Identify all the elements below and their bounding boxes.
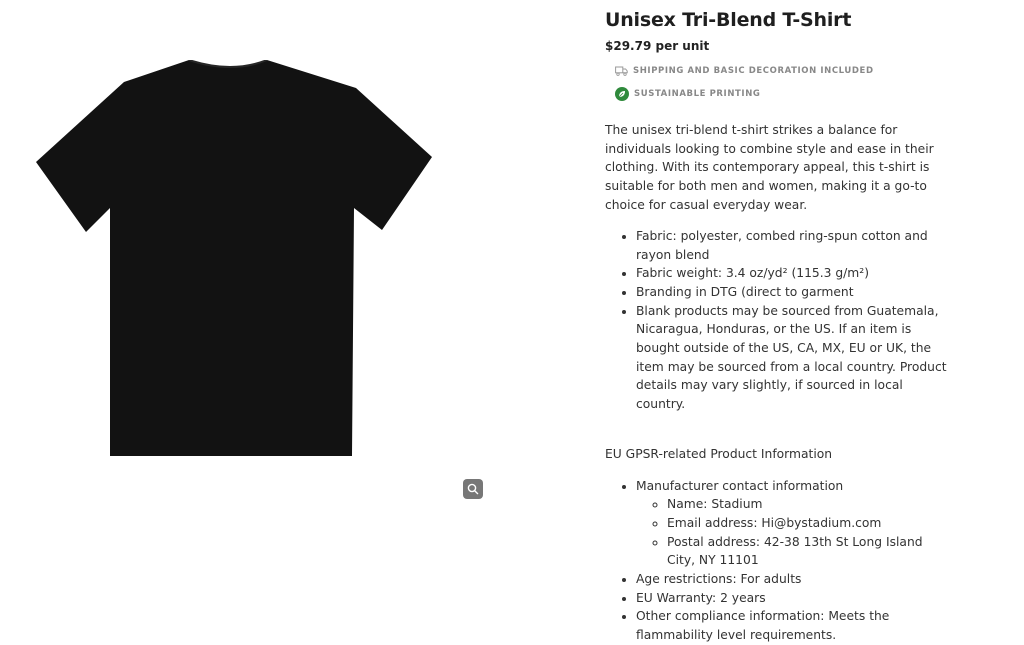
manufacturer-sublist: Name: Stadium Email address: Hi@bystadiu… [636, 495, 950, 570]
product-info: Unisex Tri-Blend T-Shirt $29.79 per unit… [605, 0, 950, 645]
product-image-pane [0, 0, 560, 645]
product-title: Unisex Tri-Blend T-Shirt [605, 9, 852, 31]
gpsr-heading: EU GPSR-related Product Information [605, 446, 833, 461]
leaf-icon [615, 87, 629, 101]
spec-item: Fabric: polyester, combed ring-spun cott… [636, 227, 950, 264]
gpsr-item: Manufacturer contact information Name: S… [636, 477, 950, 571]
spec-item: Fabric weight: 3.4 oz/yd² (115.3 g/m²) [636, 264, 950, 283]
manufacturer-name: Name: Stadium [667, 495, 950, 514]
spec-item: Blank products may be sourced from Guate… [636, 302, 950, 414]
tshirt-shape [36, 60, 432, 456]
gpsr-list: Manufacturer contact information Name: S… [605, 477, 950, 645]
magnifier-icon [467, 483, 479, 495]
manufacturer-address: Postal address: 42-38 13th St Long Islan… [667, 533, 950, 570]
feature-label: SUSTAINABLE PRINTING [634, 89, 761, 99]
truck-icon [615, 66, 628, 76]
tshirt-image[interactable] [36, 60, 434, 460]
gpsr-item: Other compliance information: Meets the … [636, 607, 950, 644]
product-description: The unisex tri-blend t-shirt strikes a b… [605, 123, 934, 212]
feature-sustainable: SUSTAINABLE PRINTING [615, 87, 950, 101]
manufacturer-label: Manufacturer contact information [636, 478, 844, 493]
gpsr-item: Age restrictions: For adults [636, 570, 950, 589]
spec-item: Branding in DTG (direct to garment [636, 283, 950, 302]
manufacturer-email: Email address: Hi@bystadium.com [667, 514, 950, 533]
product-price: $29.79 per unit [605, 39, 710, 53]
feature-shipping: SHIPPING AND BASIC DECORATION INCLUDED [615, 66, 950, 76]
feature-label: SHIPPING AND BASIC DECORATION INCLUDED [633, 66, 874, 76]
zoom-button[interactable] [463, 479, 483, 499]
spec-list: Fabric: polyester, combed ring-spun cott… [605, 227, 950, 414]
gpsr-item: EU Warranty: 2 years [636, 589, 950, 608]
